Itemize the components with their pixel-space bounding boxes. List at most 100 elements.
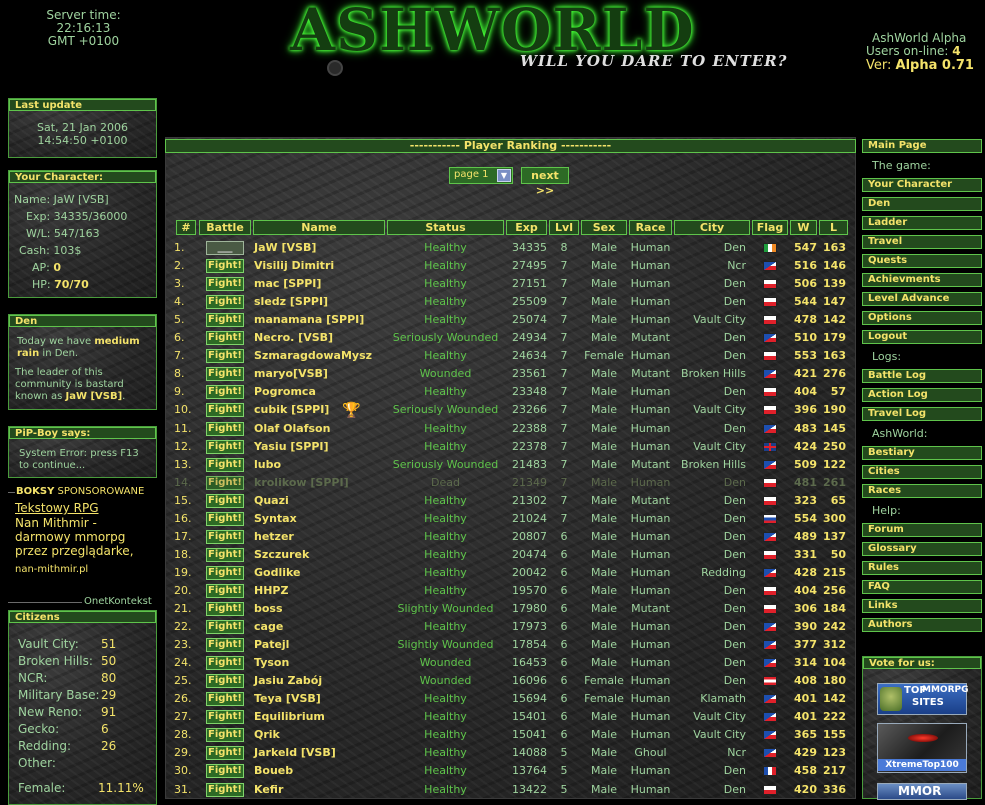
vote-banner-mmor[interactable]: MMOR: [877, 783, 967, 800]
cell-name[interactable]: lubo: [254, 456, 394, 474]
fight-button[interactable]: Fight!: [206, 692, 244, 707]
menu-item-glossary[interactable]: Glossary: [862, 542, 982, 556]
next-page-button[interactable]: next >>: [521, 167, 569, 197]
fight-button[interactable]: Fight!: [206, 457, 244, 472]
cell-name[interactable]: krolikow [SPPI]: [254, 474, 394, 492]
fight-button[interactable]: Fight!: [206, 331, 244, 346]
fight-button[interactable]: Fight!: [206, 313, 244, 328]
col-header-wins[interactable]: W: [790, 220, 817, 235]
fight-button[interactable]: Fight!: [206, 547, 244, 562]
fight-button[interactable]: Fight!: [206, 764, 244, 779]
cell-name[interactable]: Teya [VSB]: [254, 690, 394, 708]
cell-name[interactable]: Jasiu Zabój: [254, 672, 394, 690]
fight-button[interactable]: Fight!: [206, 602, 244, 616]
fight-button[interactable]: Fight!: [206, 277, 244, 292]
cell-name[interactable]: Yasiu [SPPI]: [254, 438, 394, 456]
cell-name[interactable]: Visilij Dimitri: [254, 257, 394, 275]
fight-button[interactable]: Fight!: [206, 710, 244, 725]
cell-name[interactable]: Kefir: [254, 781, 394, 799]
cell-name[interactable]: Godlike: [254, 564, 394, 582]
fight-button[interactable]: Fight!: [206, 475, 244, 490]
fight-button[interactable]: Fight!: [206, 638, 244, 653]
menu-item-level-advance[interactable]: Level Advance: [862, 292, 982, 306]
cell-name[interactable]: Olaf Olafson: [254, 420, 394, 438]
fight-button[interactable]: Fight!: [206, 295, 244, 310]
menu-item-cities[interactable]: Cities: [862, 465, 982, 479]
cell-name[interactable]: Syntax: [254, 510, 394, 528]
menu-main-page[interactable]: Main Page: [862, 139, 982, 153]
vote-banner-xtremetop100[interactable]: XtremeTop100: [877, 723, 967, 773]
sponsor-url[interactable]: nan-mithmir.pl: [15, 564, 88, 575]
menu-item-logout[interactable]: Logout: [862, 330, 982, 344]
fight-button[interactable]: Fight!: [206, 439, 244, 454]
menu-item-quests[interactable]: Quests: [862, 254, 982, 268]
fight-button[interactable]: Fight!: [206, 511, 244, 526]
fight-button[interactable]: Fight!: [206, 493, 244, 508]
col-header-status[interactable]: Status: [387, 220, 504, 235]
page-select[interactable]: page 1 ▼: [449, 167, 513, 184]
fight-button[interactable]: Fight!: [206, 529, 244, 544]
cell-name[interactable]: Pogromca: [254, 383, 394, 401]
col-header-losses[interactable]: L: [819, 220, 848, 235]
cell-name[interactable]: SzmaragdowaMysz: [254, 347, 394, 365]
col-header-exp[interactable]: Exp: [506, 220, 547, 235]
col-header-city[interactable]: City: [674, 220, 750, 235]
cell-name[interactable]: cage: [254, 618, 394, 636]
menu-item-races[interactable]: Races: [862, 484, 982, 498]
cell-name[interactable]: HHPZ: [254, 582, 394, 600]
cell-name[interactable]: sledz [SPPI]: [254, 293, 394, 311]
fight-button[interactable]: Fight!: [206, 746, 244, 761]
menu-item-achievments[interactable]: Achievments: [862, 273, 982, 287]
fight-button[interactable]: Fight!: [206, 259, 244, 274]
cell-name[interactable]: Jarkeld [VSB]: [254, 744, 394, 762]
menu-item-action-log[interactable]: Action Log: [862, 388, 982, 402]
vote-banner-top-mmorpg[interactable]: TOP MMORPG SITES: [877, 683, 968, 715]
cell-name[interactable]: Tyson: [254, 654, 394, 672]
fight-button[interactable]: Fight!: [206, 583, 244, 598]
col-header-race[interactable]: Race: [629, 220, 672, 235]
menu-item-rules[interactable]: Rules: [862, 561, 982, 575]
fight-button[interactable]: Fight!: [206, 403, 244, 418]
cell-name[interactable]: Equilibrium: [254, 708, 394, 726]
cell-name[interactable]: Quazi: [254, 492, 394, 510]
menu-item-den[interactable]: Den: [862, 197, 982, 211]
fight-button[interactable]: Fight!: [206, 728, 244, 743]
cell-name[interactable]: maryo[VSB]: [254, 365, 394, 383]
col-header-sex[interactable]: Sex: [581, 220, 627, 235]
cell-name[interactable]: mac [SPPI]: [254, 275, 394, 293]
chevron-down-icon[interactable]: ▼: [497, 169, 511, 182]
cell-name[interactable]: Szczurek: [254, 546, 394, 564]
fight-button[interactable]: Fight!: [206, 656, 244, 671]
menu-item-bestiary[interactable]: Bestiary: [862, 446, 982, 460]
fight-button[interactable]: Fight!: [206, 349, 244, 364]
col-header-lvl[interactable]: Lvl: [549, 220, 579, 235]
cell-name[interactable]: manamana [SPPI]: [254, 311, 394, 329]
menu-item-travel[interactable]: Travel: [862, 235, 982, 249]
sponsor-footer[interactable]: OnetKontekst: [84, 596, 152, 607]
fight-button[interactable]: Fight!: [206, 782, 244, 797]
cell-name[interactable]: Qrik: [254, 726, 394, 744]
menu-item-battle-log[interactable]: Battle Log: [862, 369, 982, 383]
col-header-battle[interactable]: Battle: [199, 220, 251, 235]
menu-item-options[interactable]: Options: [862, 311, 982, 325]
fight-button[interactable]: Fight!: [206, 367, 244, 382]
fight-button[interactable]: Fight!: [206, 674, 244, 689]
menu-item-forum[interactable]: Forum: [862, 523, 982, 537]
cell-name[interactable]: Patejl: [254, 636, 394, 654]
menu-item-your-character[interactable]: Your Character: [862, 178, 982, 192]
cell-name[interactable]: JaW [VSB]: [254, 239, 394, 257]
cell-name[interactable]: Boueb: [254, 762, 394, 780]
fight-button[interactable]: Fight!: [206, 565, 244, 580]
menu-item-travel-log[interactable]: Travel Log: [862, 407, 982, 421]
menu-item-ladder[interactable]: Ladder: [862, 216, 982, 230]
menu-item-faq[interactable]: FAQ: [862, 580, 982, 594]
col-header-name[interactable]: Name: [253, 220, 385, 235]
fight-button[interactable]: Fight!: [206, 620, 244, 635]
cell-name[interactable]: Necro. [VSB]: [254, 329, 394, 347]
cell-name[interactable]: hetzer: [254, 528, 394, 546]
menu-item-links[interactable]: Links: [862, 599, 982, 613]
cell-name[interactable]: cubik [SPPI]: [254, 401, 394, 419]
cell-name[interactable]: boss: [254, 600, 394, 618]
fight-button[interactable]: Fight!: [206, 385, 244, 400]
sponsor-link[interactable]: Tekstowy RPG: [15, 501, 99, 515]
